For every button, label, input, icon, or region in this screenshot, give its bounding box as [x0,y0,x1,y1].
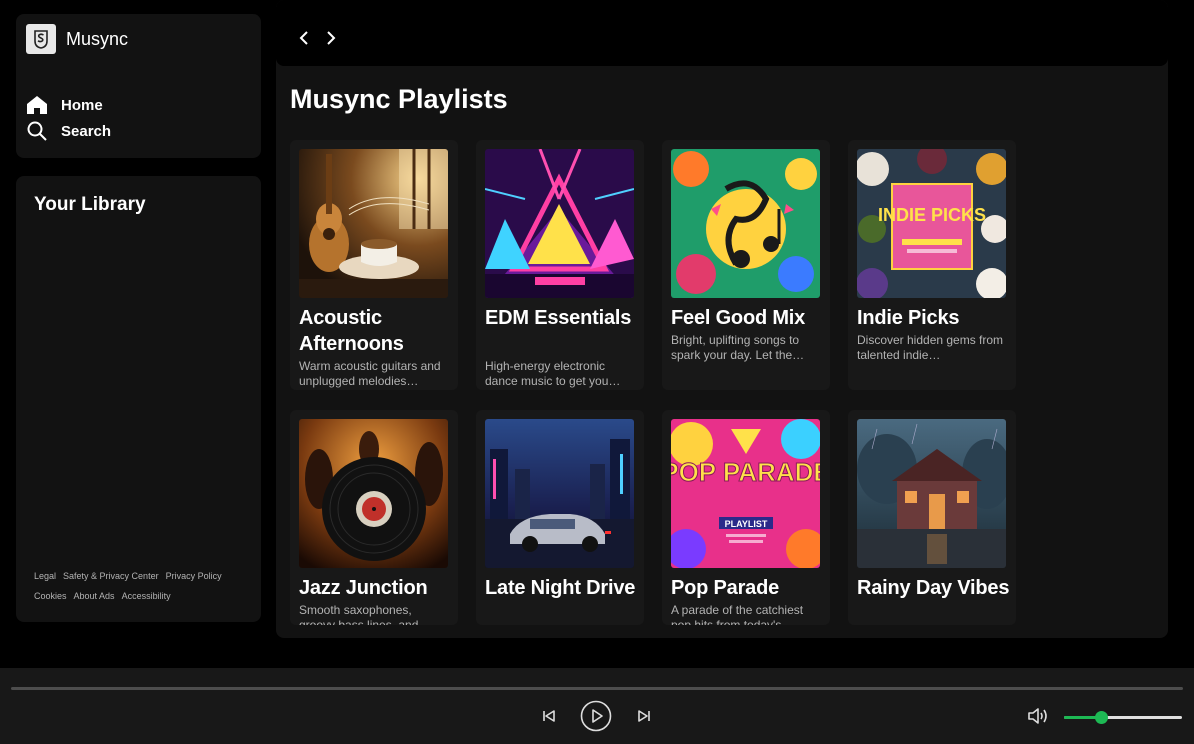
top-bar [276,0,1168,66]
playlist-cover [299,419,448,568]
playlist-cover: POP PARADE PLAYLIST [671,419,820,568]
playlist-cover [857,419,1006,568]
back-arrow-icon[interactable] [296,28,312,48]
home-icon [26,94,48,116]
page-title: Musync Playlists [290,84,508,114]
forward-arrow-icon[interactable] [323,28,339,48]
nav-search-label: Search [61,122,112,140]
playlist-cover: INDIE PICKS [857,149,1006,298]
brand-name: Musync [66,28,129,49]
playlist-title: Late Night Drive [485,577,636,599]
playlist-cover [299,149,448,298]
playlist-title: Acoustic Afternoons [299,307,404,355]
playlist-title: Jazz Junction [299,577,428,599]
main-content: Musync Playlists Acoustic Afternoons War… [276,0,1168,638]
playlist-title: EDM Essentials [485,307,632,329]
cover-text-indie: INDIE PICKS [878,205,986,225]
playlist-description: Bright, uplifting songs to spark your da… [671,333,805,362]
footer-link-accessibility[interactable]: Accessibility [122,591,171,601]
app: Musync Home Search Your Library Legal Sa… [0,0,1194,744]
volume-slider[interactable] [1064,711,1182,724]
playlist-description: Warm acoustic guitars and unplugged melo… [299,359,441,388]
search-icon [26,120,48,142]
playlist-cover [485,149,634,298]
playlist-card-pop-parade[interactable]: POP PARADE PLAYLIST Pop Parade A parade … [662,410,830,625]
cover-text-pop: POP PARADE [671,457,820,487]
brand[interactable]: Musync [26,24,128,54]
footer-link-cookies[interactable]: Cookies [34,591,67,601]
playlist-title: Feel Good Mix [671,307,806,329]
footer-link-ads[interactable]: About Ads [74,591,115,601]
volume-knob[interactable] [1095,711,1109,724]
library-panel: Your Library Legal Safety & Privacy Cent… [16,176,261,622]
volume-icon[interactable] [1026,706,1052,726]
playlist-card-late-night-drive[interactable]: Late Night Drive [476,410,644,625]
footer-link-safety[interactable]: Safety & Privacy Center [63,571,159,581]
previous-icon[interactable] [538,705,560,727]
footer-link-privacy[interactable]: Privacy Policy [166,571,222,581]
next-icon[interactable] [633,705,655,727]
player-bar [0,668,1194,744]
cover-text-pop-sub: PLAYLIST [725,519,768,529]
playlist-title: Pop Parade [671,577,780,599]
playlist-card-acoustic-afternoons[interactable]: Acoustic Afternoons Warm acoustic guitar… [290,140,458,390]
footer-link-legal[interactable]: Legal [34,571,56,581]
sidebar-nav: Musync Home Search [16,14,261,158]
playlist-card-jazz-junction[interactable]: Jazz Junction Smooth saxophones, groovy … [290,410,458,625]
playlist-card-rainy-day-vibes[interactable]: Rainy Day Vibes [848,410,1016,625]
footer-links: Legal Safety & Privacy Center Privacy Po… [34,571,259,611]
progress-bar[interactable] [11,687,1183,690]
playlist-cover [671,149,820,298]
musync-logo-icon [26,24,56,54]
playlist-title: Indie Picks [857,307,960,329]
nav-home-label: Home [61,96,103,114]
nav-home[interactable]: Home [26,94,103,116]
play-icon[interactable] [580,700,612,732]
playlist-description: Discover hidden gems from talented indie… [857,333,1004,362]
playlist-description: A parade of the catchiest pop hits from … [671,603,804,625]
playlist-cover [485,419,634,568]
playlist-description: Smooth saxophones, groovy bass lines, an… [299,603,431,625]
playlist-description: High-energy electronic dance music to ge… [485,359,621,388]
library-title[interactable]: Your Library [34,194,146,216]
playlist-card-edm-essentials[interactable]: EDM Essentials High-energy electronic da… [476,140,644,390]
playlist-card-feel-good-mix[interactable]: Feel Good Mix Bright, uplifting songs to… [662,140,830,390]
playlist-title: Rainy Day Vibes [857,577,1010,599]
playlist-card-indie-picks[interactable]: INDIE PICKS Indie Picks Discover hidden … [848,140,1016,390]
nav-search[interactable]: Search [26,120,111,142]
